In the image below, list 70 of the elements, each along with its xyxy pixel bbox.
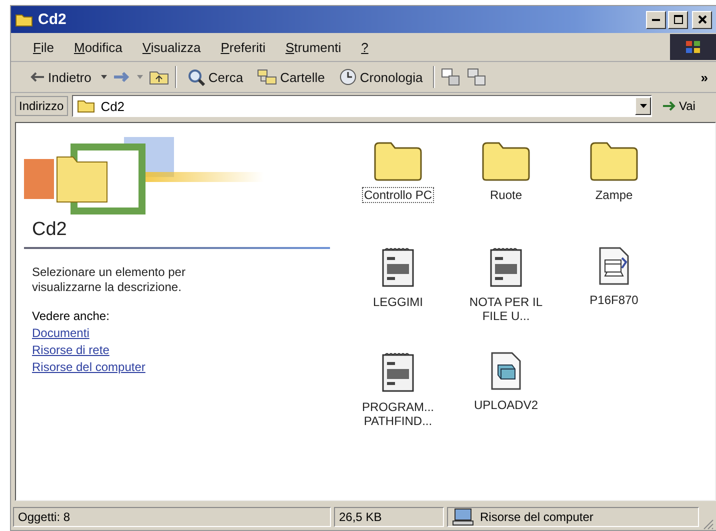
menu-item[interactable]: Visualizza: [142, 40, 201, 54]
up-folder-icon[interactable]: [149, 69, 170, 85]
status-zone: Risorse del computer: [480, 510, 594, 524]
folder-icon: [481, 141, 531, 181]
menu-item[interactable]: Strumenti: [285, 40, 342, 54]
folder-title: Cd2: [32, 219, 68, 241]
dropdown-icon: [640, 104, 646, 108]
folder-icon: [373, 141, 423, 181]
file-name: PROGRAM... PATHFIND...: [360, 399, 435, 429]
search-icon: [187, 68, 206, 86]
file-name: Zampe: [594, 187, 634, 203]
close-icon: [698, 15, 706, 24]
status-object-count: Oggetti: 8: [13, 507, 331, 527]
folder-icon: [76, 99, 95, 113]
icon-view-item[interactable]: UPLOADV2: [452, 351, 560, 456]
folders-button[interactable]: Cartelle: [253, 69, 329, 85]
file-name: P16F870: [588, 292, 640, 308]
folder-icon: [589, 141, 639, 181]
menu-item[interactable]: ?: [361, 40, 368, 54]
see-also-link[interactable]: Risorse di rete: [32, 343, 110, 357]
menu-item[interactable]: File: [33, 40, 54, 54]
folders-icon: [257, 69, 278, 85]
folder-icon: [15, 12, 33, 26]
icon-view-item[interactable]: Zampe: [560, 141, 668, 246]
file-name: Controllo PC: [362, 187, 434, 203]
maximize-icon: [674, 15, 682, 24]
notepad-icon: [381, 246, 415, 288]
icon-view-item[interactable]: Ruote: [452, 141, 560, 246]
status-size: 26,5 KB: [334, 507, 444, 527]
back-button[interactable]: Indietro: [25, 70, 96, 84]
icon-view-item[interactable]: P16F870: [560, 246, 668, 351]
go-button[interactable]: Vai: [656, 99, 712, 113]
file-name: NOTA PER IL FILE U...: [468, 294, 544, 324]
close-button[interactable]: [692, 10, 712, 28]
windows-flag-icon: [685, 40, 701, 54]
history-button[interactable]: Cronologia: [334, 68, 427, 86]
address-label: Indirizzo: [15, 96, 68, 116]
file-name: LEGGIMI: [372, 294, 424, 310]
window-title: Cd2: [38, 11, 68, 28]
icon-view-item[interactable]: NOTA PER IL FILE U...: [452, 246, 560, 351]
program-icon: [490, 351, 522, 391]
menu-item[interactable]: Modifica: [74, 40, 122, 54]
dropdown-icon[interactable]: [101, 75, 108, 79]
icon-view-item[interactable]: LEGGIMI: [344, 246, 452, 351]
icon-view-item[interactable]: Controllo PC: [344, 141, 452, 246]
notepad-icon: [381, 351, 415, 393]
maximize-button[interactable]: [668, 10, 688, 28]
go-arrow-icon: [662, 100, 676, 112]
see-also-link[interactable]: Documenti: [32, 326, 90, 340]
minimize-icon: [652, 18, 660, 20]
notepad-icon: [489, 246, 523, 288]
move-to-icon[interactable]: [440, 68, 461, 86]
more-chevron[interactable]: »: [700, 70, 716, 84]
clock-icon: [338, 68, 357, 86]
resize-grip-icon[interactable]: [702, 518, 714, 530]
document-icon: [598, 246, 630, 286]
search-button[interactable]: Cerca: [183, 68, 248, 86]
minimize-button[interactable]: [646, 10, 666, 28]
menu-item[interactable]: Preferiti: [220, 40, 266, 54]
file-name: Ruote: [488, 187, 524, 203]
file-name: UPLOADV2: [472, 397, 540, 413]
back-arrow-icon: [29, 71, 45, 83]
copy-to-icon[interactable]: [466, 68, 487, 86]
icon-view-item[interactable]: PROGRAM... PATHFIND...: [344, 351, 452, 456]
dropdown-button[interactable]: [635, 97, 651, 115]
see-also-link[interactable]: Risorse del computer: [32, 360, 146, 374]
address-field[interactable]: Cd2: [72, 95, 652, 117]
see-also-label: Vedere anche:: [32, 309, 110, 323]
description-text: Selezionare un elemento per visualizzarne la descrizione.: [32, 265, 186, 295]
computer-icon: [452, 508, 474, 526]
